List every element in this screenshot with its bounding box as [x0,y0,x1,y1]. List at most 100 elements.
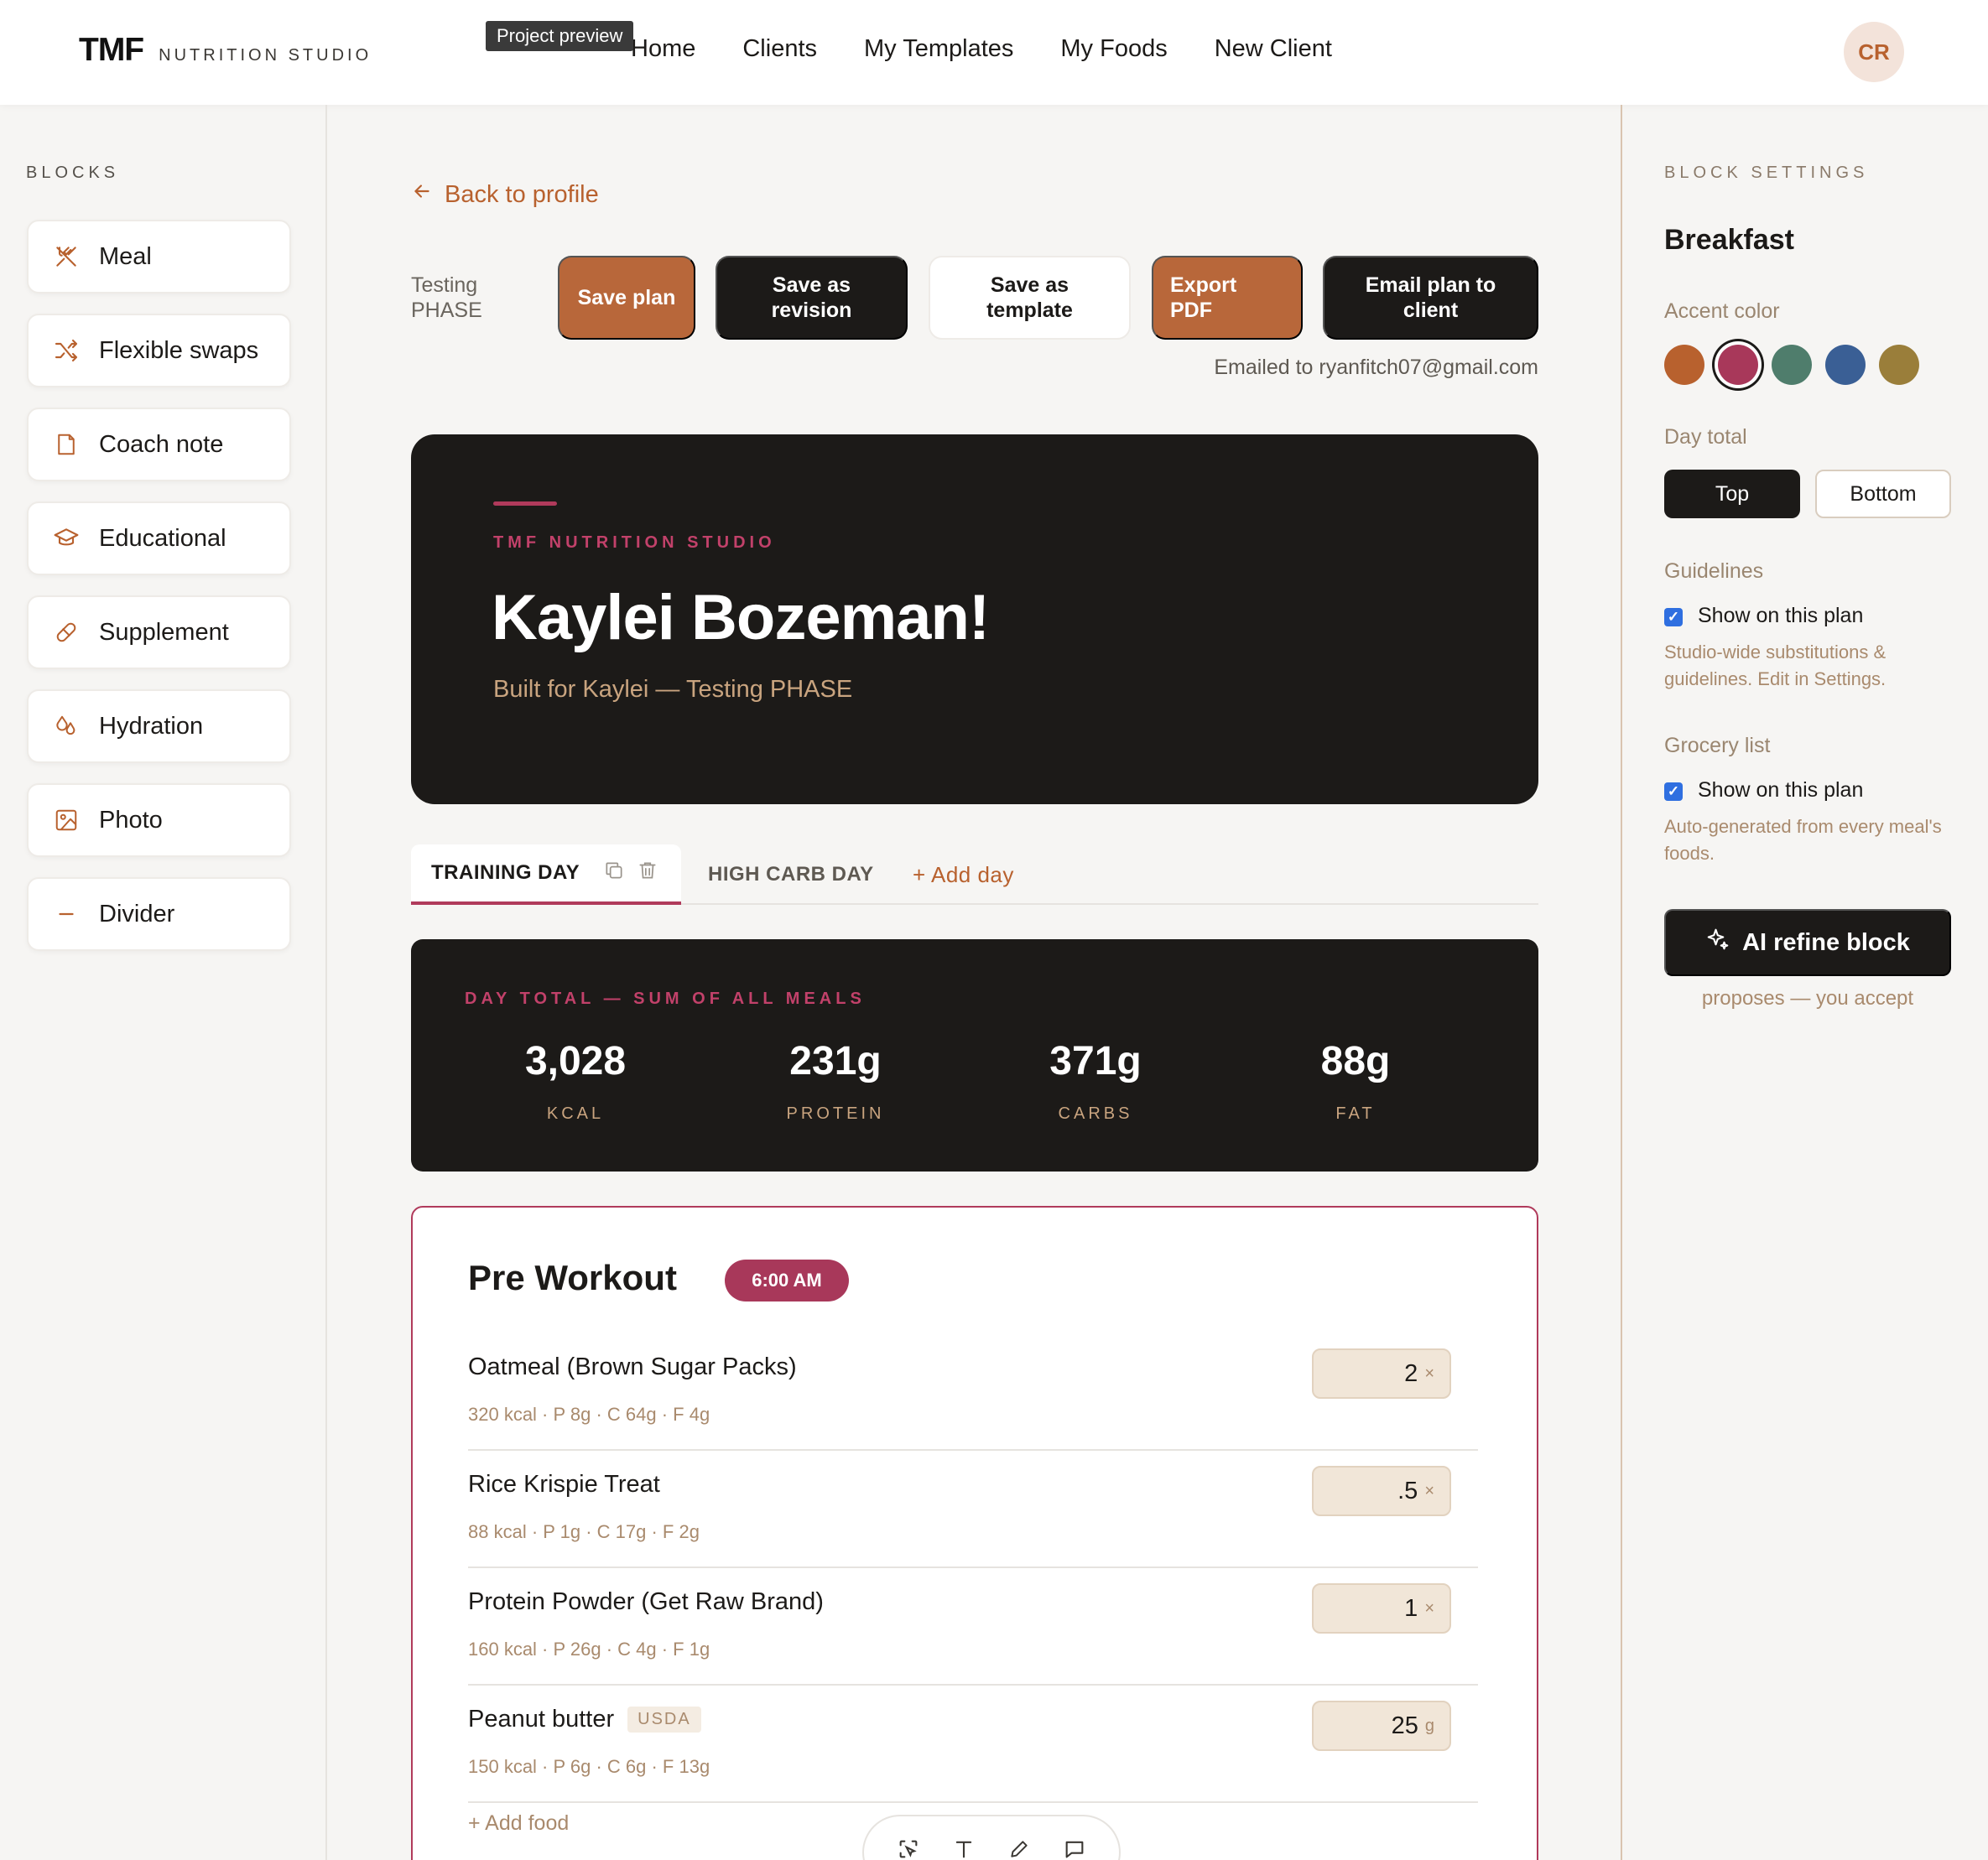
add-day-button[interactable]: + Add day [913,844,1014,905]
nav-my-templates[interactable]: My Templates [864,35,1013,63]
meal-block[interactable]: Pre Workout 6:00 AM Oatmeal (Brown Sugar… [411,1206,1538,1860]
grocery-list-checkbox-label[interactable]: Show on this plan [1698,778,1863,803]
select-icon[interactable] [896,1837,921,1860]
utensils-crossed-icon [52,242,81,271]
minus-icon [52,900,81,928]
accent-swatch-berry-selected[interactable] [1718,345,1758,385]
stat-kcal: 3,028 KCAL [466,1038,684,1124]
phase-label: Testing PHASE [411,273,482,322]
block-photo[interactable]: Photo [27,783,291,857]
blocks-heading: BLOCKS [26,164,120,182]
logo[interactable]: TMF NUTRITION STUDIO [79,32,372,69]
note-icon [52,430,81,459]
comment-icon[interactable] [1062,1837,1087,1860]
block-name: Breakfast [1664,224,1794,256]
plus-icon: + [468,1811,486,1835]
arrow-left-icon [411,180,433,209]
block-settings-panel: BLOCK SETTINGS Breakfast Accent color Da… [1621,105,1988,1860]
block-flexible-swaps[interactable]: Flexible swaps [27,314,291,387]
stat-value: 371g [1049,1039,1142,1083]
duplicate-icon[interactable] [603,860,625,887]
guidelines-checkbox-label[interactable]: Show on this plan [1698,604,1863,628]
quantity-unit: × [1424,1598,1434,1618]
block-label: Coach note [99,430,224,458]
day-total-top-option[interactable]: Top [1664,470,1800,518]
block-label: Photo [99,806,163,834]
nav-new-client[interactable]: New Client [1215,35,1332,63]
guidelines-checkbox[interactable]: ✓ [1664,608,1683,626]
grocery-list-checkbox[interactable]: ✓ [1664,782,1683,801]
block-label: Flexible swaps [99,336,259,364]
hero-subtitle[interactable]: Built for Kaylei — Testing PHASE [493,676,852,704]
quantity-unit: × [1424,1481,1434,1500]
block-divider[interactable]: Divider [27,877,291,951]
user-avatar[interactable]: CR [1844,22,1904,82]
image-icon [52,806,81,834]
food-row: Oatmeal (Brown Sugar Packs) 320 kcal · P… [468,1333,1478,1451]
emailed-status: Emailed to ryanfitch07@gmail.com [1214,356,1538,379]
back-to-profile-link[interactable]: Back to profile [411,180,599,209]
nav-clients[interactable]: Clients [742,35,817,63]
logo-mark: TMF [79,32,144,68]
block-label: Meal [99,242,152,270]
stat-protein: 231g PROTEIN [726,1038,945,1124]
food-macros: 150 kcal · P 6g · C 6g · F 13g [468,1756,710,1777]
block-settings-heading: BLOCK SETTINGS [1664,164,1869,182]
quantity-input[interactable]: .5 × [1312,1466,1451,1516]
block-meal[interactable]: Meal [27,220,291,294]
nav-my-foods[interactable]: My Foods [1060,35,1167,63]
sparkles-icon [1705,927,1730,959]
blocks-sidebar: BLOCKS Meal Flexible swaps Coach note Ed… [0,105,327,1860]
pencil-icon[interactable] [1007,1837,1032,1860]
accent-swatch-olive[interactable] [1879,345,1919,385]
back-label: Back to profile [445,180,599,208]
stat-label: PROTEIN [786,1104,885,1123]
stat-label: CARBS [1058,1104,1133,1123]
food-name: Protein Powder (Get Raw Brand) [468,1588,824,1615]
floating-edit-toolbar [862,1815,1121,1860]
accent-swatch-green[interactable] [1772,345,1812,385]
accent-swatch-blue[interactable] [1825,345,1866,385]
ai-refine-block-button[interactable]: AI refine block [1664,909,1951,976]
block-educational[interactable]: Educational [27,501,291,575]
day-total-bottom-option[interactable]: Bottom [1815,470,1951,518]
quantity-unit: g [1424,1716,1434,1735]
pill-icon [52,618,81,647]
text-icon[interactable] [951,1837,976,1860]
export-pdf-button[interactable]: Export PDF [1152,256,1303,340]
accent-swatch-orange[interactable] [1664,345,1704,385]
tab-actions [603,860,658,887]
top-navbar: TMF NUTRITION STUDIO Project preview Hom… [0,0,1988,105]
save-as-revision-button[interactable]: Save as revision [716,256,908,340]
quantity-input[interactable]: 1 × [1312,1583,1451,1634]
block-hydration[interactable]: Hydration [27,689,291,763]
food-macros: 88 kcal · P 1g · C 17g · F 2g [468,1521,700,1542]
email-plan-button[interactable]: Email plan to client [1323,256,1538,340]
save-as-template-button[interactable]: Save as template [929,256,1131,340]
day-total-label: DAY TOTAL — SUM OF ALL MEALS [465,990,866,1008]
tab-high-carb-day[interactable]: HIGH CARB DAY [708,844,874,905]
grocery-list-label: Grocery list [1664,734,1771,757]
meal-title[interactable]: Pre Workout [468,1258,677,1298]
trash-icon[interactable] [637,860,658,887]
quantity-input[interactable]: 2 × [1312,1348,1451,1399]
food-name-wrap: Peanut butter USDA [468,1706,701,1733]
food-row: Protein Powder (Get Raw Brand) 160 kcal … [468,1568,1478,1686]
hero-studio-name: TMF NUTRITION STUDIO [493,533,776,552]
block-coach-note[interactable]: Coach note [27,408,291,481]
food-name-wrap: Oatmeal (Brown Sugar Packs) [468,1353,797,1381]
stat-carbs: 371g CARBS [986,1038,1205,1124]
meal-time-badge[interactable]: 6:00 AM [725,1260,849,1301]
client-name[interactable]: Kaylei Bozeman! [492,581,990,654]
food-row: Peanut butter USDA 150 kcal · P 6g · C 6… [468,1686,1478,1803]
add-food-button[interactable]: + Add food [468,1811,569,1836]
food-name: Oatmeal (Brown Sugar Packs) [468,1353,797,1380]
add-food-label: Add food [485,1811,570,1835]
nav-home[interactable]: Home [631,35,695,63]
graduation-cap-icon [52,524,81,553]
block-supplement[interactable]: Supplement [27,595,291,669]
save-plan-button[interactable]: Save plan [558,256,695,340]
tab-training-day[interactable]: TRAINING DAY [411,844,681,905]
ai-refine-label: AI refine block [1742,928,1910,956]
quantity-input[interactable]: 25 g [1312,1701,1451,1751]
